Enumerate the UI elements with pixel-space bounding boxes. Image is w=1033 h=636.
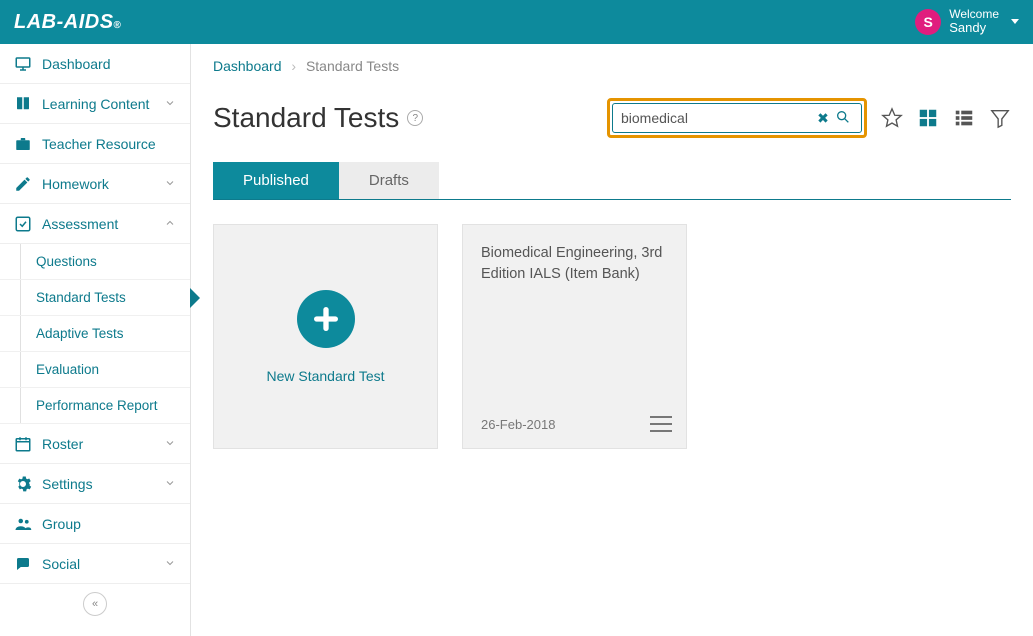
grid-view-icon[interactable] <box>917 107 939 129</box>
sidebar: Dashboard Learning Content Teacher Resou… <box>0 44 191 636</box>
chevron-up-icon <box>164 216 176 232</box>
main-content: Dashboard › Standard Tests Standard Test… <box>191 44 1033 636</box>
search-input[interactable] <box>621 110 813 126</box>
sidebar-item-roster[interactable]: Roster <box>0 424 190 464</box>
briefcase-icon <box>14 135 32 153</box>
brand-logo: LAB-AIDS® <box>14 11 121 34</box>
assessment-submenu: Questions » Standard Tests Adaptive Test… <box>0 244 190 424</box>
tab-published[interactable]: Published <box>213 162 339 199</box>
sidebar-item-label: Adaptive Tests <box>36 326 124 341</box>
sidebar-item-learning-content[interactable]: Learning Content <box>0 84 190 124</box>
sidebar-item-dashboard[interactable]: Dashboard <box>0 44 190 84</box>
search-icon[interactable] <box>833 109 853 128</box>
sidebar-item-label: Roster <box>42 436 83 452</box>
breadcrumb-current: Standard Tests <box>306 58 399 74</box>
sidebar-item-social[interactable]: Social <box>0 544 190 584</box>
breadcrumb-root[interactable]: Dashboard <box>213 58 282 74</box>
app-header: LAB-AIDS® S Welcome Sandy <box>0 0 1033 44</box>
avatar: S <box>915 9 941 35</box>
collapse-sidebar-button[interactable]: « <box>83 592 107 616</box>
book-icon <box>14 95 32 113</box>
sidebar-item-homework[interactable]: Homework <box>0 164 190 204</box>
sidebar-item-assessment[interactable]: Assessment <box>0 204 190 244</box>
page-title: Standard Tests ? <box>213 102 423 134</box>
sidebar-item-teacher-resource[interactable]: Teacher Resource <box>0 124 190 164</box>
breadcrumb: Dashboard › Standard Tests <box>191 44 1033 88</box>
sidebar-item-label: Assessment <box>42 216 118 232</box>
tabs: Published Drafts <box>213 162 1011 200</box>
user-menu[interactable]: S Welcome Sandy <box>915 8 1019 35</box>
sidebar-item-adaptive-tests[interactable]: Adaptive Tests <box>0 316 190 352</box>
calendar-icon <box>14 435 32 453</box>
new-test-label: New Standard Test <box>266 368 384 384</box>
active-arrow-icon <box>190 288 200 308</box>
test-card-date: 26-Feb-2018 <box>481 417 555 432</box>
sidebar-item-questions[interactable]: Questions <box>0 244 190 280</box>
welcome-text: Welcome Sandy <box>949 8 999 35</box>
sidebar-item-label: Questions <box>36 254 97 269</box>
users-icon <box>14 515 32 533</box>
monitor-icon <box>14 55 32 73</box>
active-marker-icon: » <box>0 292 6 304</box>
sidebar-item-label: Group <box>42 516 81 532</box>
sidebar-item-settings[interactable]: Settings <box>0 464 190 504</box>
search-highlight: ✖ <box>607 98 867 138</box>
caret-down-icon <box>1011 19 1019 24</box>
sidebar-item-label: Settings <box>42 476 93 492</box>
list-view-icon[interactable] <box>953 107 975 129</box>
sidebar-item-label: Teacher Resource <box>42 136 156 152</box>
new-test-card[interactable]: New Standard Test <box>213 224 438 449</box>
pencil-icon <box>14 175 32 193</box>
help-icon[interactable]: ? <box>407 110 423 126</box>
chevron-down-icon <box>164 476 176 492</box>
tab-drafts[interactable]: Drafts <box>339 162 439 199</box>
chevron-down-icon <box>164 436 176 452</box>
sidebar-item-label: Social <box>42 556 80 572</box>
sidebar-item-performance-report[interactable]: Performance Report <box>0 388 190 424</box>
sidebar-item-label: Standard Tests <box>36 290 126 305</box>
test-card-title: Biomedical Engineering, 3rd Edition IALS… <box>481 243 668 285</box>
chevron-down-icon <box>164 96 176 112</box>
sidebar-item-group[interactable]: Group <box>0 504 190 544</box>
sidebar-item-label: Performance Report <box>36 398 158 413</box>
clear-icon[interactable]: ✖ <box>813 110 833 127</box>
check-square-icon <box>14 215 32 233</box>
sidebar-item-label: Homework <box>42 176 109 192</box>
test-card[interactable]: Biomedical Engineering, 3rd Edition IALS… <box>462 224 687 449</box>
star-icon[interactable] <box>881 107 903 129</box>
sidebar-item-evaluation[interactable]: Evaluation <box>0 352 190 388</box>
plus-icon <box>297 290 355 348</box>
gear-icon <box>14 475 32 493</box>
sidebar-item-label: Dashboard <box>42 56 111 72</box>
chevron-down-icon <box>164 176 176 192</box>
sidebar-item-label: Learning Content <box>42 96 149 112</box>
filter-icon[interactable] <box>989 107 1011 129</box>
sidebar-item-standard-tests[interactable]: » Standard Tests <box>0 280 190 316</box>
card-menu-icon[interactable] <box>650 416 672 432</box>
cards-grid: New Standard Test Biomedical Engineering… <box>191 200 1033 473</box>
sidebar-item-label: Evaluation <box>36 362 99 377</box>
breadcrumb-sep-icon: › <box>291 58 296 74</box>
chat-icon <box>14 555 32 573</box>
chevron-down-icon <box>164 556 176 572</box>
